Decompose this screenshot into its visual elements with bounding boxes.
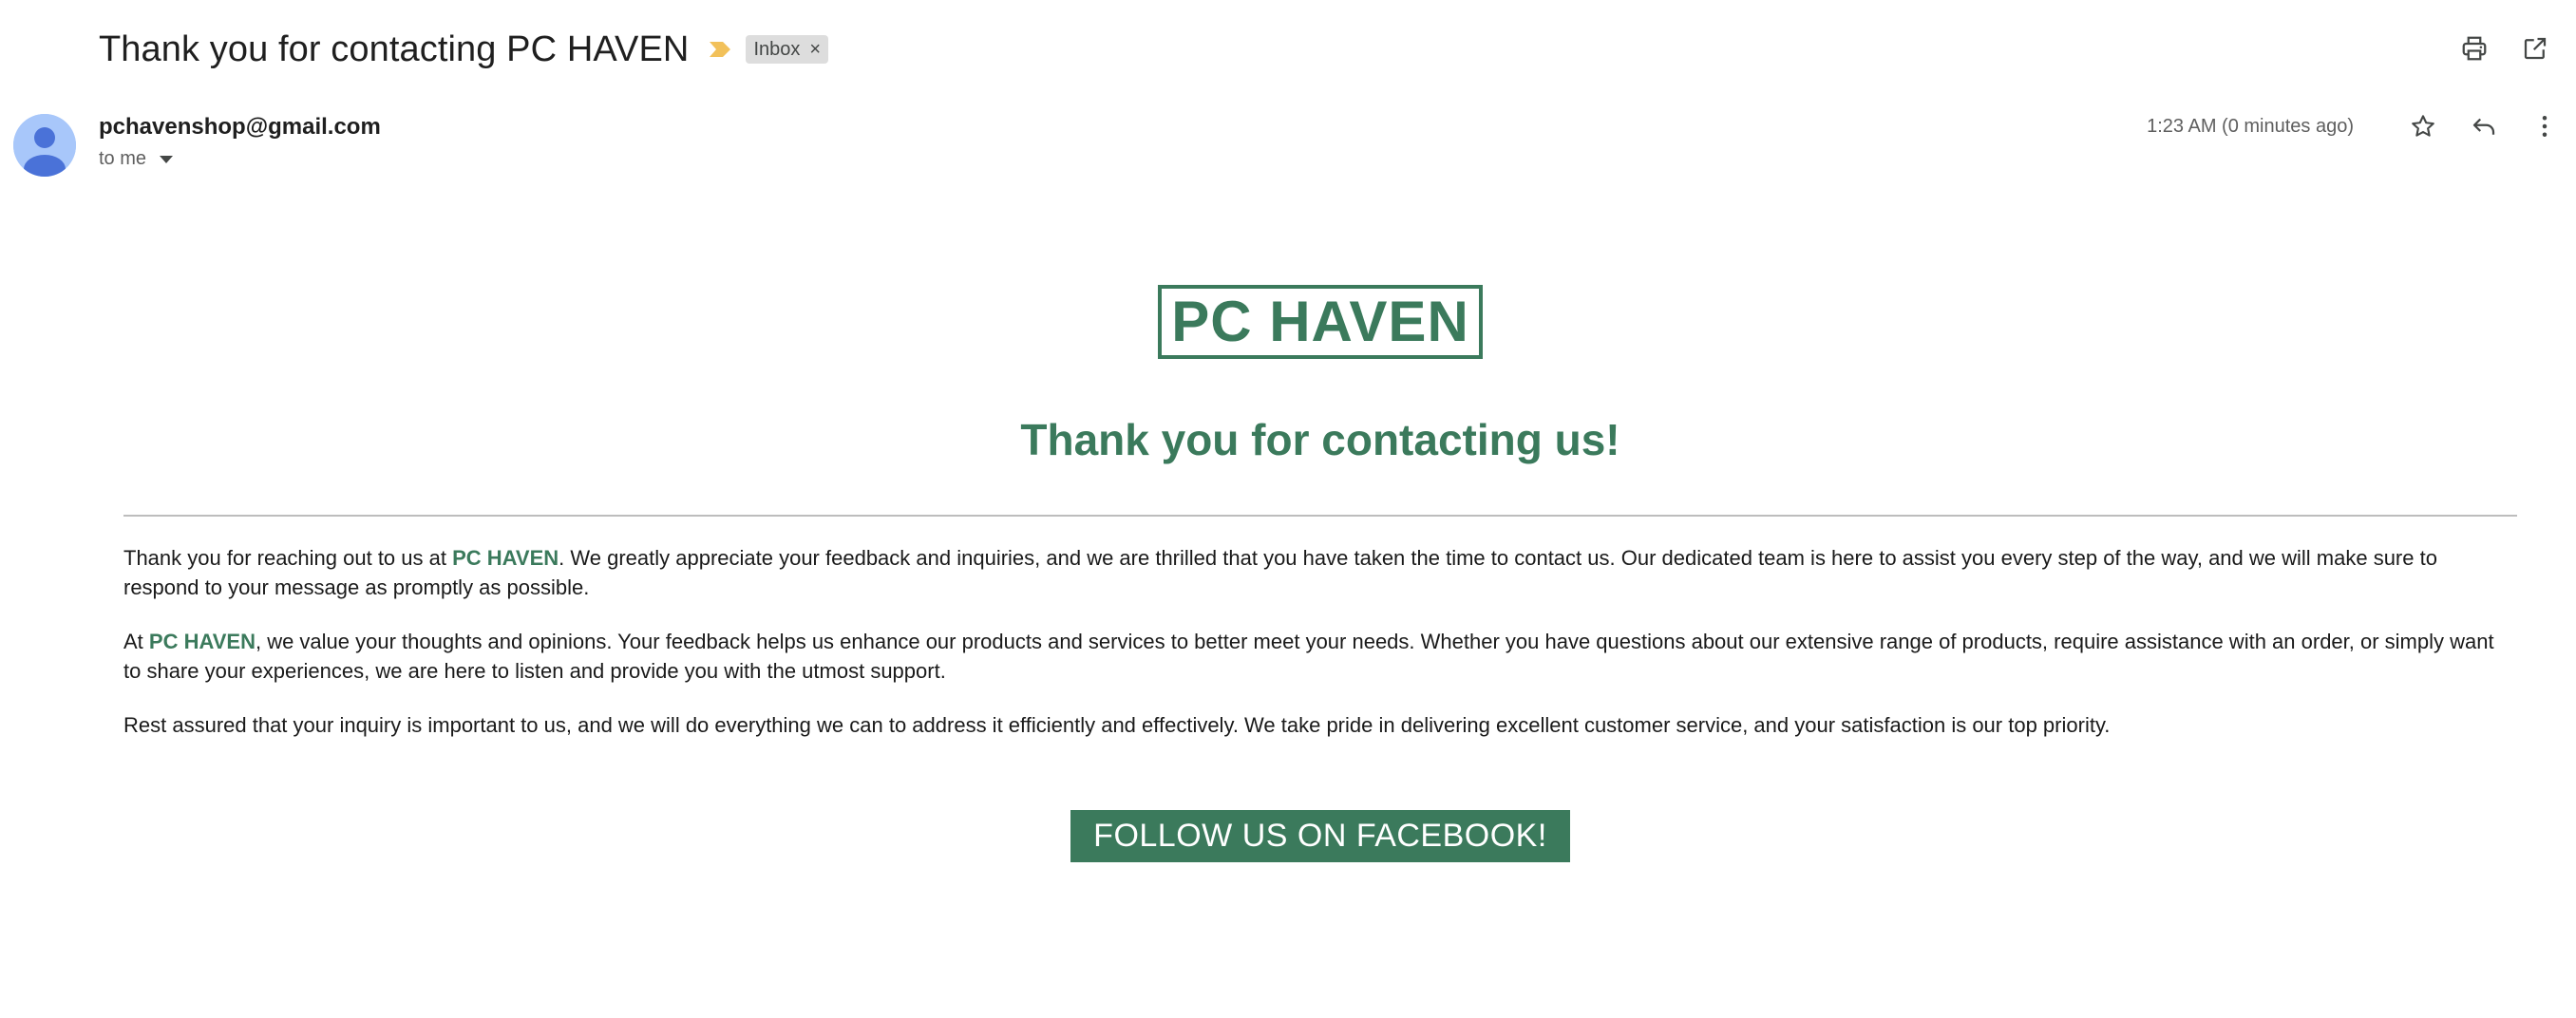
brand-name-inline: PC HAVEN [452,546,559,570]
thread-actions [2458,32,2551,65]
recipient-label: to me [99,148,147,169]
importance-marker-icon[interactable] [708,40,732,59]
message-timestamp: 1:23 AM (0 minutes ago) [2147,115,2354,137]
divider [123,515,2517,517]
paragraph-1: Thank you for reaching out to us at PC H… [123,543,2517,602]
sender-email[interactable]: pchavenshop@gmail.com [99,114,381,141]
email-subject: Thank you for contacting PC HAVEN [99,28,690,69]
logo-container: PC HAVEN [123,285,2517,359]
paragraph-2-body: , we value your thoughts and opinions. Y… [123,630,2494,683]
print-icon[interactable] [2458,32,2491,65]
paragraph-2-intro: At [123,630,149,653]
paragraph-1-intro: Thank you for reaching out to us at [123,546,453,570]
recipient-details-toggle[interactable]: to me [99,148,174,170]
follow-facebook-button[interactable]: FOLLOW US ON FACEBOOK! [1070,810,1570,862]
brand-logo: PC HAVEN [1158,285,1483,359]
remove-label-button[interactable]: × [809,40,821,59]
subject-row: Thank you for contacting PC HAVEN Inbox … [99,23,829,76]
star-icon[interactable] [2407,110,2439,142]
more-vert-icon[interactable] [2529,110,2561,142]
reply-icon[interactable] [2468,110,2500,142]
default-avatar-icon [13,114,76,177]
paragraph-3: Rest assured that your inquiry is import… [123,713,2111,737]
email-body: PC HAVEN Thank you for contacting us! Th… [123,285,2517,862]
brand-name-inline: PC HAVEN [148,630,256,653]
label-chip-inbox[interactable]: Inbox × [746,35,829,64]
cta-container: FOLLOW US ON FACEBOOK! [123,810,2517,862]
message-meta: 1:23 AM (0 minutes ago) [2147,110,2561,142]
paragraph-2: At PC HAVEN, we value your thoughts and … [123,627,2517,686]
sender-avatar[interactable] [13,114,76,177]
chevron-down-icon[interactable] [160,155,174,163]
email-headline: Thank you for contacting us! [1020,415,1620,464]
label-chip-text: Inbox [753,38,801,60]
open-in-new-window-icon[interactable] [2519,32,2551,65]
